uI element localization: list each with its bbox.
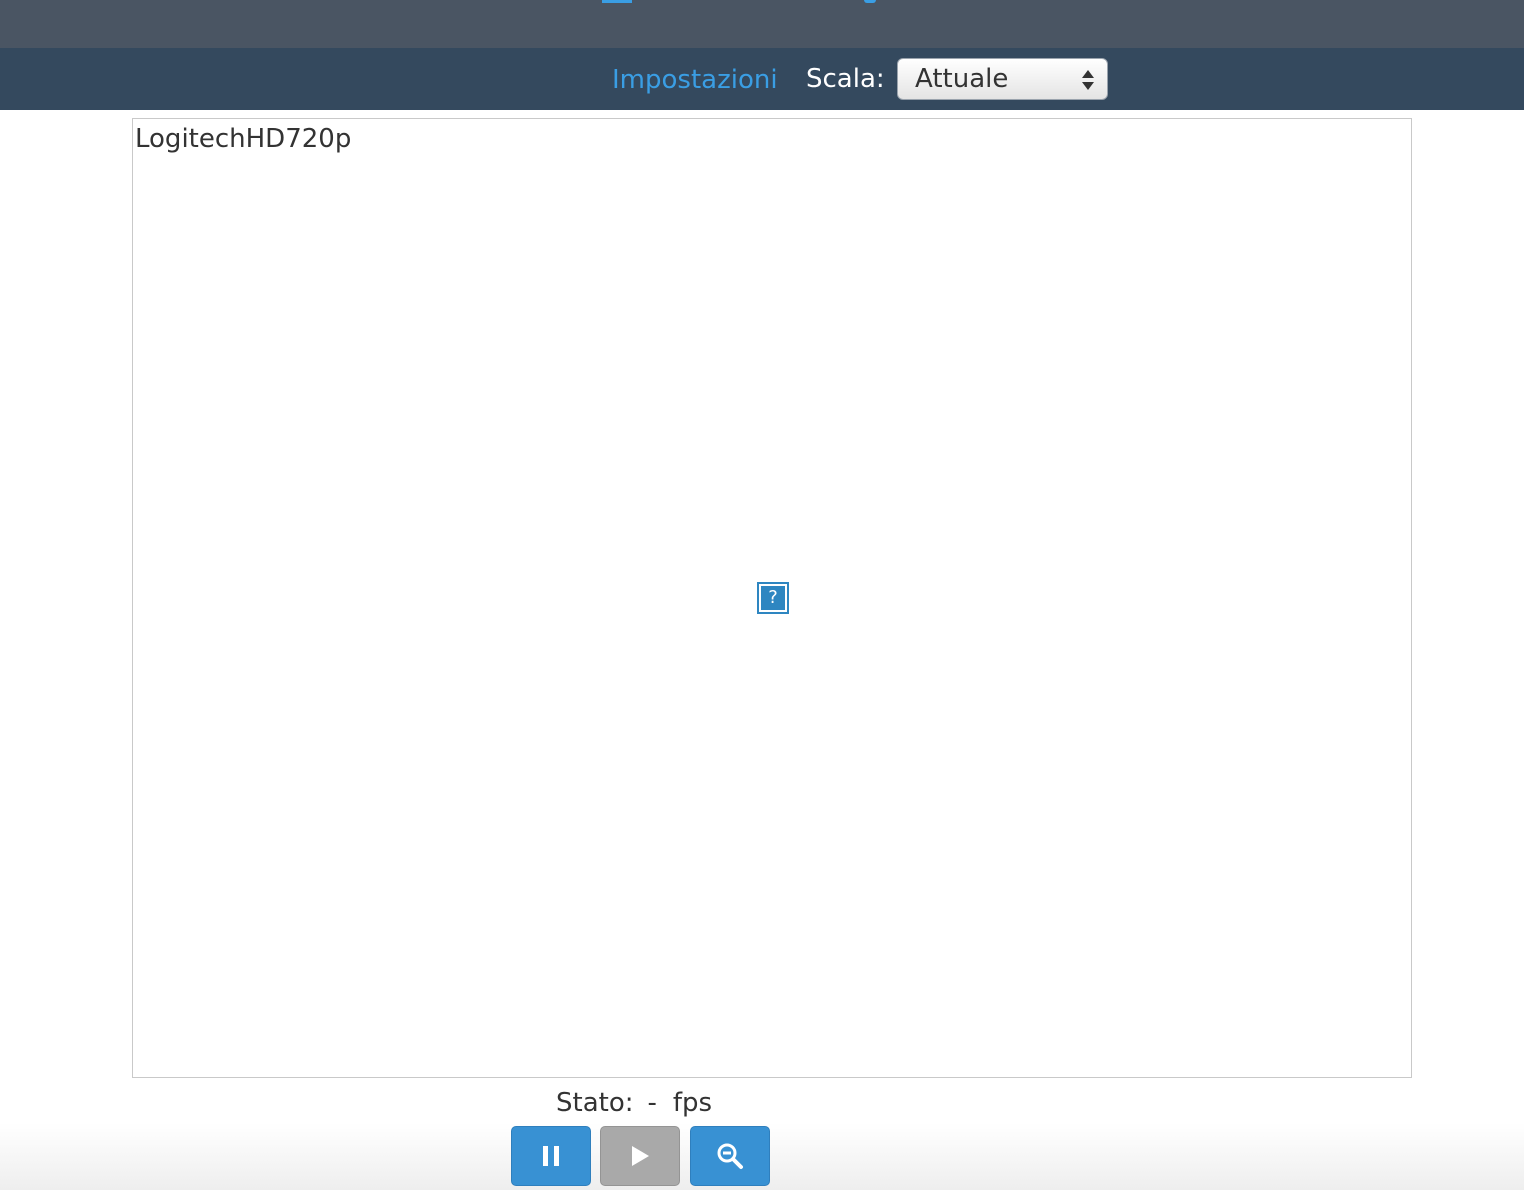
nav-icon-partial[interactable] (864, 0, 876, 3)
camera-viewer: LogitechHD720p ? (132, 118, 1412, 1078)
play-icon (632, 1146, 649, 1166)
question-mark-glyph: ? (761, 586, 785, 610)
zoom-out-button[interactable] (690, 1126, 770, 1186)
select-arrows-icon (1082, 70, 1094, 90)
status-value: - (647, 1088, 657, 1118)
camera-name: LogitechHD720p (135, 124, 352, 154)
broken-image-icon: ? (757, 582, 789, 614)
zoom-out-icon (717, 1143, 743, 1169)
scale-select[interactable]: Attuale (897, 58, 1108, 100)
status-unit: fps (672, 1088, 713, 1118)
settings-link[interactable]: Impostazioni (612, 64, 778, 96)
pause-button[interactable] (511, 1126, 591, 1186)
top-navigation-bar (0, 0, 1524, 48)
status-line: Stato: - fps (556, 1087, 712, 1119)
nav-icon-partial[interactable] (602, 0, 632, 3)
scale-label: Scala: (806, 64, 885, 94)
pause-icon (543, 1146, 559, 1166)
status-label: Stato: (556, 1088, 634, 1118)
scale-select-value: Attuale (915, 64, 1009, 94)
play-button[interactable] (600, 1126, 680, 1186)
